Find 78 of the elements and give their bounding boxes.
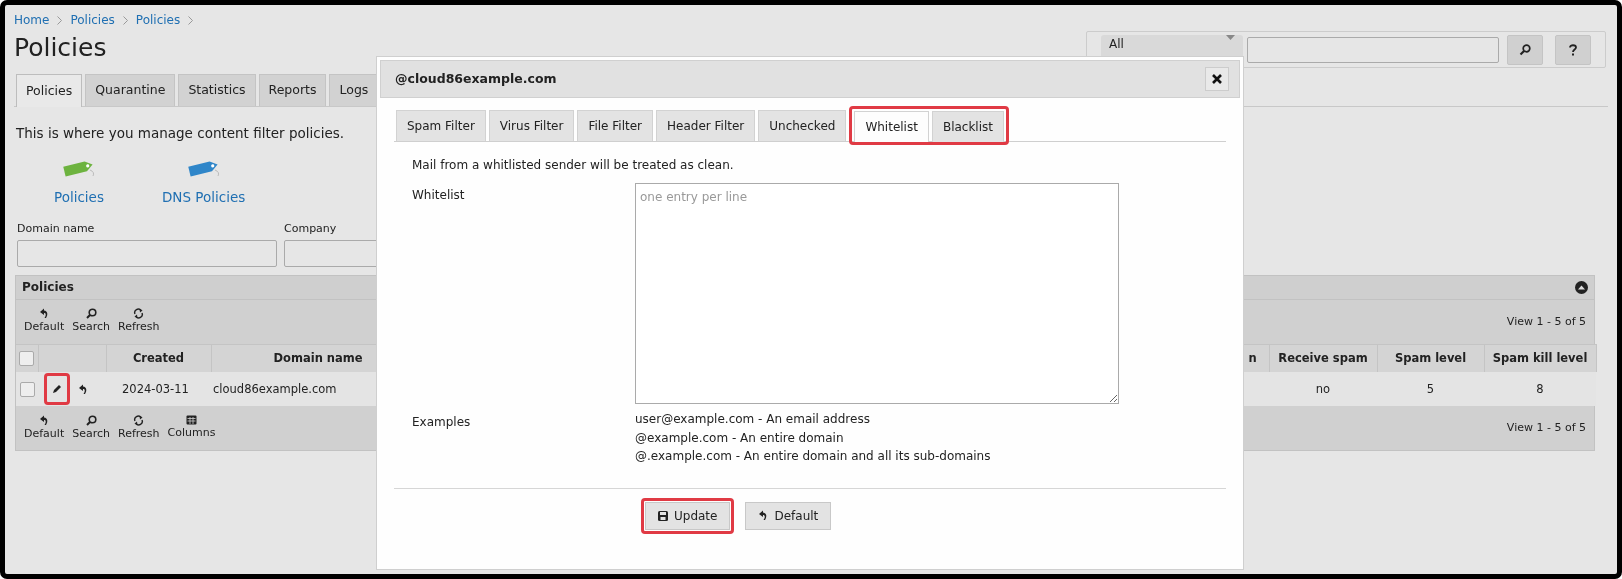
- undo-icon: [78, 383, 88, 395]
- description-text: This is where you manage content filter policies.: [16, 123, 345, 143]
- tab[interactable]: Whitelist: [854, 111, 929, 142]
- dialog-button[interactable]: Update: [645, 501, 731, 530]
- field-label: Whitelist: [412, 188, 465, 202]
- table-cell: no: [1315, 381, 1331, 396]
- example-text: user@example.com - An email address: [635, 411, 871, 428]
- chevron-icon: [122, 15, 128, 25]
- breadcrumb-link[interactable]: Policies: [135, 11, 181, 29]
- tab[interactable]: Logs: [329, 74, 379, 106]
- example-text: @.example.com - An entire domain and all its sub-domains: [635, 448, 991, 465]
- table-cell: cloud86example.com: [213, 381, 337, 396]
- tab[interactable]: Reports: [258, 74, 327, 106]
- tab[interactable]: Policies: [16, 74, 83, 107]
- toolbar-button[interactable]: Refresh: [114, 412, 164, 444]
- toolbar-button[interactable]: Columns: [163, 412, 220, 444]
- column-header: Created: [132, 350, 185, 365]
- checkbox[interactable]: [19, 350, 35, 366]
- tab[interactable]: Statistics: [178, 74, 256, 106]
- table-cell: 2024-03-11: [122, 381, 189, 396]
- tab[interactable]: Spam Filter: [396, 110, 486, 141]
- field-label: Domain name: [17, 221, 96, 238]
- field-label: Company: [284, 221, 338, 238]
- toolbar-button[interactable]: Default: [20, 412, 69, 444]
- note-text: Mail from a whitlisted sender will be treated as clean.: [412, 157, 735, 174]
- whitelist-field[interactable]: one entry per line: [635, 183, 1119, 404]
- save-icon: [658, 510, 668, 521]
- column-header: Domain name: [273, 350, 363, 365]
- breadcrumb-link[interactable]: Home: [14, 11, 50, 29]
- dialog-button[interactable]: Default: [745, 501, 832, 530]
- toolbar-button[interactable]: Default: [20, 306, 69, 338]
- column-header: Receive spam: [1278, 350, 1368, 365]
- undo-icon: [39, 308, 50, 319]
- panel-title: Policies: [22, 279, 74, 297]
- tab[interactable]: Unchecked: [758, 110, 847, 141]
- pencil-icon: [52, 384, 62, 395]
- chevron-icon: [57, 15, 63, 25]
- tab[interactable]: File Filter: [577, 110, 654, 141]
- collapse-button[interactable]: [1575, 280, 1588, 294]
- shortcut-link[interactable]: Policies: [54, 187, 104, 208]
- refresh-icon: [133, 308, 145, 319]
- checkbox[interactable]: [19, 381, 35, 397]
- table-cell: 8: [1536, 381, 1544, 396]
- tab[interactable]: Blacklist: [931, 111, 1004, 142]
- search-icon: [85, 414, 97, 426]
- column-header: Spam kill level: [1492, 350, 1588, 365]
- close-icon: [1212, 74, 1222, 84]
- caret-icon: [1226, 35, 1235, 41]
- pager-text: View 1 - 5 of 5: [1506, 313, 1587, 330]
- tab[interactable]: Virus Filter: [488, 110, 575, 141]
- dialog-title: @cloud86example.com: [395, 69, 557, 88]
- undo-icon: [39, 414, 50, 426]
- search-icon: [1519, 44, 1531, 57]
- input-field[interactable]: [17, 239, 277, 267]
- close-button[interactable]: [1205, 67, 1229, 91]
- toolbar-button[interactable]: Search: [68, 306, 114, 338]
- help-button[interactable]: [1555, 34, 1591, 65]
- field-label: Examples: [412, 415, 471, 429]
- chevron-icon: [188, 15, 194, 25]
- table-cell: 5: [1426, 381, 1435, 396]
- table-icon: [185, 414, 197, 425]
- column-header: Spam level: [1394, 350, 1467, 365]
- column-header: n: [1248, 350, 1257, 365]
- toolbar-button[interactable]: Refresh: [114, 306, 164, 338]
- shortcut-link[interactable]: DNS Policies: [161, 187, 246, 208]
- undo-icon: [758, 510, 769, 521]
- search-field[interactable]: [1247, 36, 1499, 63]
- help-icon: [1569, 44, 1577, 57]
- search-icon: [85, 308, 97, 319]
- example-text: @example.com - An entire domain: [635, 429, 845, 447]
- refresh-icon: [133, 414, 145, 426]
- page-title: Policies: [14, 33, 108, 63]
- tab[interactable]: Quarantine: [85, 74, 176, 106]
- breadcrumb-link[interactable]: Policies: [70, 11, 115, 29]
- pager-text: View 1 - 5 of 5: [1506, 420, 1587, 436]
- toolbar-button[interactable]: Search: [68, 412, 114, 444]
- tab[interactable]: Header Filter: [656, 110, 756, 141]
- search-button[interactable]: [1507, 34, 1543, 65]
